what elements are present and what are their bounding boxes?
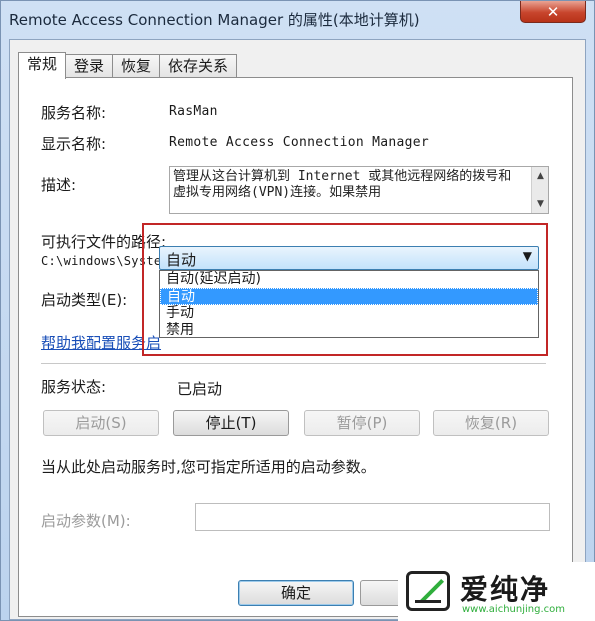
tab-strip: 常规 登录 恢复 依存关系 [18, 52, 238, 79]
chevron-down-icon[interactable]: ▼ [523, 249, 532, 263]
startup-type-select[interactable]: 自动 ▼ [159, 246, 539, 270]
watermark-name: 爱纯净 [460, 573, 551, 606]
brand-logo-icon [406, 571, 450, 611]
option-auto-delayed[interactable]: 自动(延迟启动) [160, 271, 538, 288]
tab-logon[interactable]: 登录 [65, 54, 114, 78]
watermark-url: www.aichunjing.com [462, 604, 565, 615]
service-status-value: 已启动 [177, 380, 223, 398]
watermark: 爱纯净 www.aichunjing.com [398, 562, 595, 621]
option-auto[interactable]: 自动 [160, 288, 538, 305]
startup-type-label: 启动类型(E): [41, 291, 128, 309]
scroll-down-icon[interactable]: ▼ [532, 199, 548, 209]
stop-button[interactable]: 停止(T) [173, 410, 289, 436]
pause-button[interactable]: 暂停(P) [304, 410, 420, 436]
description-label: 描述: [41, 176, 77, 194]
start-button[interactable]: 启动(S) [43, 410, 159, 436]
service-name-value: RasMan [169, 104, 218, 119]
display-name-label: 显示名称: [41, 135, 107, 153]
close-button[interactable]: ✕ [520, 1, 586, 23]
service-name-label: 服务名称: [41, 104, 107, 122]
tab-dependencies[interactable]: 依存关系 [159, 54, 238, 78]
help-configure-link[interactable]: 帮助我配置服务启 [41, 332, 161, 353]
start-params-input[interactable] [195, 503, 550, 531]
tab-recovery[interactable]: 恢复 [112, 54, 161, 78]
separator [41, 363, 546, 364]
description-box[interactable]: 管理从这台计算机到 Internet 或其他远程网络的拨号和虚拟专用网络(VPN… [169, 166, 549, 214]
hint-text: 当从此处启动服务时,您可指定所适用的启动参数。 [41, 458, 376, 476]
close-icon: ✕ [546, 2, 560, 21]
resume-button[interactable]: 恢复(R) [433, 410, 549, 436]
startup-type-selected: 自动 [166, 251, 197, 269]
start-params-label: 启动参数(M): [41, 512, 131, 530]
general-tab-page: 服务名称: RasMan 显示名称: Remote Access Connect… [18, 77, 573, 617]
service-status-label: 服务状态: [41, 378, 107, 396]
exe-path-label: 可执行文件的路径: [41, 233, 167, 251]
scroll-up-icon[interactable]: ▲ [532, 171, 548, 181]
tab-general[interactable]: 常规 [18, 52, 67, 79]
display-name-value: Remote Access Connection Manager [169, 135, 430, 150]
description-scrollbar[interactable]: ▲ ▼ [531, 167, 548, 213]
option-disabled[interactable]: 禁用 [160, 322, 538, 339]
startup-type-dropdown: 自动(延迟启动) 自动 手动 禁用 [159, 270, 539, 338]
description-text: 管理从这台计算机到 Internet 或其他远程网络的拨号和虚拟专用网络(VPN… [173, 169, 512, 200]
ok-button[interactable]: 确定 [238, 580, 354, 606]
option-manual[interactable]: 手动 [160, 305, 538, 322]
window-title: Remote Access Connection Manager 的属性(本地计… [9, 11, 420, 29]
